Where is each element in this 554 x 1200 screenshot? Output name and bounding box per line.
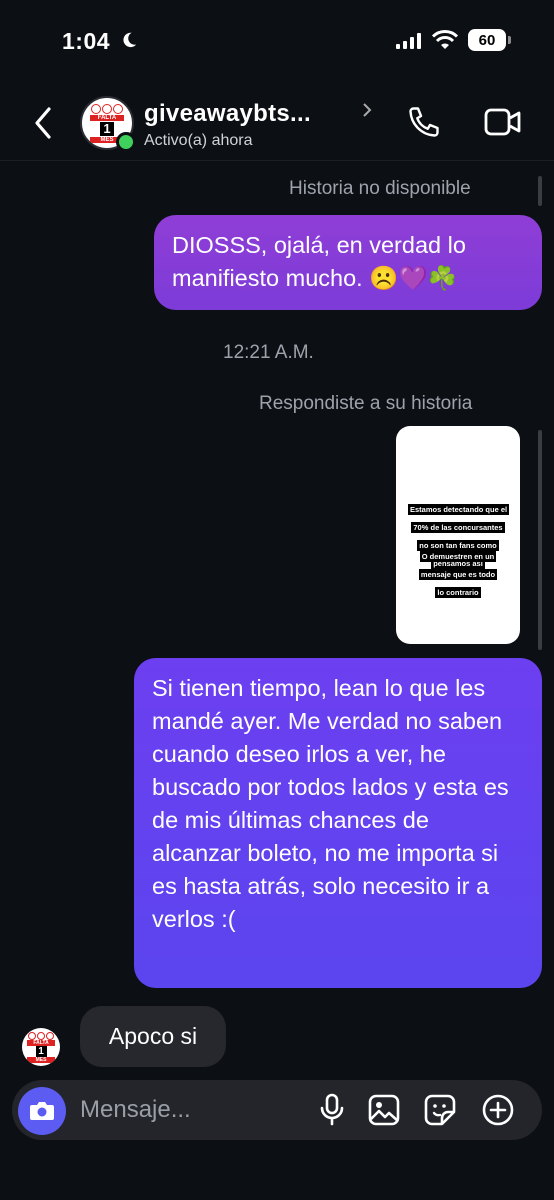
sent-message-bubble-long[interactable]: Si tienen tiempo, lean lo que les mandé … [134,658,542,988]
gallery-icon[interactable] [368,1094,400,1126]
camera-button[interactable] [18,1087,66,1135]
message-text: DIOSSS, ojalá, en verdad lo manifiesto m… [172,232,466,291]
battery-indicator: 60 [468,29,506,51]
camera-icon [30,1102,54,1120]
online-indicator [116,132,136,152]
scrollbar[interactable] [538,176,542,206]
message-text: Apoco si [108,1023,198,1049]
scrollbar-thumb[interactable] [538,430,542,650]
activity-status: Activo(a) ahora [144,132,253,149]
avatar-logo: FALTA 1 MES [22,1028,60,1066]
back-icon[interactable] [32,106,54,140]
received-message-bubble[interactable]: Apoco si [80,1006,226,1067]
phone-icon[interactable] [406,104,442,140]
moon-icon [123,32,137,48]
chevron-right-icon[interactable] [362,102,372,118]
status-time: 1:04 [62,28,111,54]
message-input[interactable]: Mensaje... [80,1096,191,1124]
story-text-line-2: O demuestren en un mensaje que es todo l… [418,551,498,598]
microphone-icon[interactable] [318,1093,346,1127]
message-text: Si tienen tiempo, lean lo que les mandé … [152,675,509,932]
story-unavailable-label: Historia no disponible [289,178,471,199]
battery-tip [508,36,511,44]
sent-message-bubble[interactable]: DIOSSS, ojalá, en verdad lo manifiesto m… [154,215,542,310]
header-divider [0,160,554,161]
plus-icon[interactable] [482,1094,514,1126]
replied-story-label: Respondiste a su historia [259,393,473,414]
video-icon[interactable] [484,106,522,138]
signal-icon [396,33,422,49]
story-preview[interactable]: Estamos detectando que el 70% de las con… [396,426,520,644]
sender-avatar[interactable]: FALTA 1 MES [22,1028,60,1066]
timestamp: 12:21 A.M. [223,342,314,363]
sticker-icon[interactable] [424,1094,456,1126]
wifi-icon [432,30,458,49]
contact-name[interactable]: giveawaybts... [144,100,311,128]
